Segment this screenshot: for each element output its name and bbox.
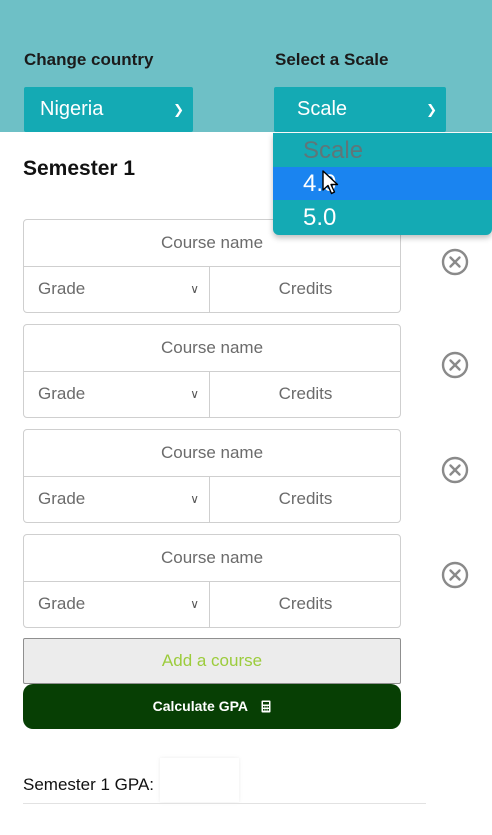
calculate-gpa-label: Calculate GPA bbox=[152, 698, 248, 714]
grade-select-value: Grade bbox=[38, 594, 86, 613]
chevron-down-icon: ❯ bbox=[173, 102, 184, 117]
grade-select[interactable]: Grade ∨ bbox=[24, 476, 210, 522]
divider bbox=[23, 803, 426, 804]
grade-select[interactable]: Grade ∨ bbox=[24, 581, 210, 627]
grade-select-value: Grade bbox=[38, 279, 86, 298]
close-circle-icon[interactable] bbox=[441, 351, 469, 379]
close-circle-icon[interactable] bbox=[441, 456, 469, 484]
country-select-value: Nigeria bbox=[40, 98, 104, 120]
course-name-input[interactable]: Course name bbox=[24, 535, 400, 582]
grade-select-value: Grade bbox=[38, 489, 86, 508]
chevron-down-icon: ∨ bbox=[190, 282, 199, 296]
credits-input[interactable]: Credits bbox=[211, 266, 400, 312]
scale-option-placeholder[interactable]: Scale bbox=[273, 134, 492, 167]
mouse-pointer-icon bbox=[322, 170, 339, 195]
chevron-down-icon: ∨ bbox=[190, 597, 199, 611]
chevron-down-icon: ∨ bbox=[190, 387, 199, 401]
semester-gpa-label: Semester 1 GPA: bbox=[23, 775, 155, 794]
chevron-down-icon: ∨ bbox=[190, 492, 199, 506]
course-row: Course name Grade ∨ Credits bbox=[23, 429, 401, 523]
country-select[interactable]: Nigeria ❯ bbox=[24, 87, 193, 132]
grade-select[interactable]: Grade ∨ bbox=[24, 371, 210, 417]
close-circle-icon[interactable] bbox=[441, 248, 469, 276]
semester-gpa-value bbox=[160, 758, 239, 802]
course-row: Course name Grade ∨ Credits bbox=[23, 534, 401, 628]
credits-input[interactable]: Credits bbox=[211, 581, 400, 627]
credits-input[interactable]: Credits bbox=[211, 371, 400, 417]
add-course-button[interactable]: Add a course bbox=[23, 638, 401, 684]
gpa-calculator-page: Change country Select a Scale Nigeria ❯ … bbox=[0, 0, 492, 835]
scale-option-5-0[interactable]: 5.0 bbox=[273, 201, 492, 234]
scale-select-value: Scale bbox=[297, 98, 348, 120]
credits-input[interactable]: Credits bbox=[211, 476, 400, 522]
chevron-down-icon: ❯ bbox=[426, 102, 437, 117]
scale-select[interactable]: Scale ❯ bbox=[274, 87, 446, 132]
close-circle-icon[interactable] bbox=[441, 561, 469, 589]
grade-select[interactable]: Grade ∨ bbox=[24, 266, 210, 312]
change-country-label: Change country bbox=[24, 50, 154, 69]
scale-dropdown-list: Scale 4.0 5.0 bbox=[273, 133, 492, 235]
semester-title: Semester 1 bbox=[23, 157, 136, 180]
grade-select-value: Grade bbox=[38, 384, 86, 403]
select-scale-label: Select a Scale bbox=[275, 50, 389, 69]
calculator-icon bbox=[261, 700, 271, 713]
course-row: Course name Grade ∨ Credits bbox=[23, 324, 401, 418]
scale-option-4-0[interactable]: 4.0 bbox=[273, 167, 492, 200]
calculate-gpa-button[interactable]: Calculate GPA bbox=[23, 684, 401, 729]
course-name-input[interactable]: Course name bbox=[24, 325, 400, 372]
course-name-input[interactable]: Course name bbox=[24, 430, 400, 477]
